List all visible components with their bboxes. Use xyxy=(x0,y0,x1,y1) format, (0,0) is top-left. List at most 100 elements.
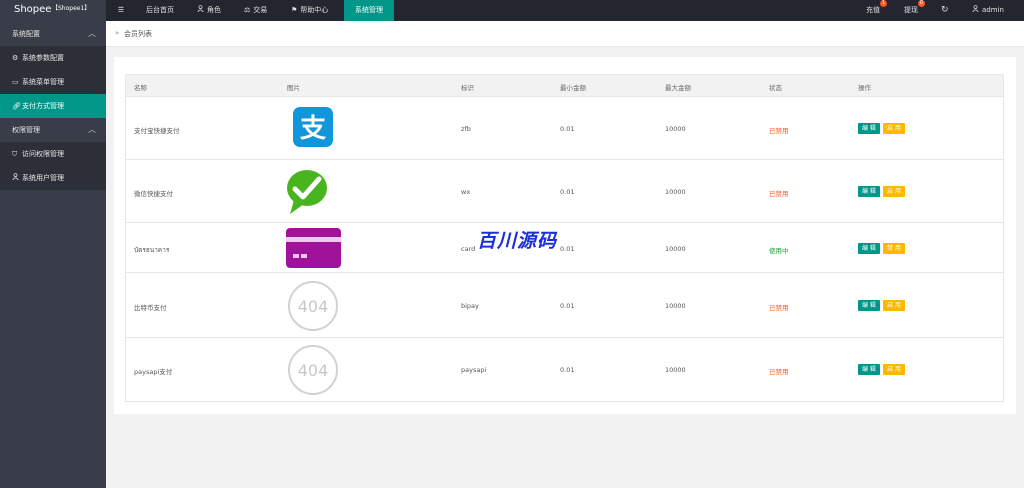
sidebar-group-label: 系统配置 xyxy=(12,30,40,38)
wechat-logo xyxy=(286,166,328,218)
brand-name: Shopee xyxy=(14,4,52,15)
row-min: 0.01 xyxy=(560,245,575,253)
payment-methods-table: 名称 图片 标识 最小金额 最大金额 状态 操作 支付宝快捷支付 支 zfb 0… xyxy=(125,74,1004,402)
header-actions: 操作 xyxy=(858,84,871,92)
recharge-button[interactable]: 充值 xyxy=(866,0,880,21)
row-min: 0.01 xyxy=(560,302,575,310)
table-row: 微信快捷支付 wx 0.01 10000 已禁用 编 辑 启 用 xyxy=(126,160,1003,223)
table-row: 支付宝快捷支付 支 zfb 0.01 10000 已禁用 编 辑 启 用 xyxy=(126,97,1003,160)
content-card: 名称 图片 标识 最小金额 最大金额 状态 操作 支付宝快捷支付 支 zfb 0… xyxy=(114,57,1016,414)
card-logo xyxy=(286,228,341,268)
nav-dashboard[interactable]: 后台首页 xyxy=(140,0,180,21)
row-min: 0.01 xyxy=(560,366,575,374)
brand-tag: 【Shopee1】 xyxy=(52,5,91,12)
nav-help-label: 帮助中心 xyxy=(300,6,329,14)
status-badge: 已禁用 xyxy=(769,190,789,198)
sidebar-item-label: 系统用户管理 xyxy=(22,174,64,182)
withdraw-button[interactable]: 提现 xyxy=(904,0,918,21)
header-min: 最小金额 xyxy=(560,84,586,92)
row-name: paysapi支付 xyxy=(134,368,173,376)
breadcrumb: » 会员列表 xyxy=(106,21,1024,47)
chevron-up-icon: ︿ xyxy=(88,29,96,38)
row-max: 10000 xyxy=(665,245,686,253)
status-badge: 已禁用 xyxy=(769,368,789,376)
sidebar-item-system-menu[interactable]: ▭ 系统菜单管理 xyxy=(0,70,106,94)
row-code: zfb xyxy=(461,125,471,133)
breadcrumb-text: 会员列表 xyxy=(124,30,152,38)
user-menu[interactable]: admin xyxy=(972,0,1004,21)
row-code: bipay xyxy=(461,302,479,310)
placeholder-text: 404 xyxy=(297,297,329,316)
recharge-label: 充值 xyxy=(866,6,880,14)
flag-icon: ⚑ xyxy=(291,6,298,14)
row-name: 微信快捷支付 xyxy=(134,190,173,198)
nav-dashboard-label: 后台首页 xyxy=(146,6,174,14)
alipay-logo: 支 xyxy=(293,107,333,147)
sidebar-item-label: 支付方式管理 xyxy=(22,102,64,110)
row-name: 支付宝快捷支付 xyxy=(134,127,180,135)
edit-button[interactable]: 编 辑 xyxy=(858,186,880,197)
enable-button[interactable]: 启 用 xyxy=(883,300,905,311)
user-icon xyxy=(12,166,20,190)
header-image: 图片 xyxy=(287,84,300,92)
sidebar-group-permissions[interactable]: 权限管理 ︿ xyxy=(0,118,106,142)
enable-button[interactable]: 启 用 xyxy=(883,186,905,197)
user-icon xyxy=(972,0,979,21)
top-bar: Shopee 【Shopee1】 ☰ 后台首页 角色 ⚖ 交易 ⚑ 帮助中心 系统管… xyxy=(0,0,1024,21)
sidebar-group-label: 权限管理 xyxy=(12,126,40,134)
header-status: 状态 xyxy=(769,84,782,92)
gear-icon: ⚙ xyxy=(12,54,19,62)
header-name: 名称 xyxy=(134,84,147,92)
sidebar-item-system-params[interactable]: ⚙ 系统参数配置 xyxy=(0,46,106,70)
logo: Shopee 【Shopee1】 xyxy=(0,0,106,21)
nav-system-label: 系统管理 xyxy=(355,6,383,14)
edit-button[interactable]: 编 辑 xyxy=(858,300,880,311)
table-row: บัตรธนาคาร card 0.01 10000 使用中 编 辑 禁 用 xyxy=(126,223,1003,273)
enable-button[interactable]: 启 用 xyxy=(883,123,905,134)
menu-toggle-button[interactable]: ☰ xyxy=(112,0,130,21)
enable-button[interactable]: 启 用 xyxy=(883,364,905,375)
double-chevron-icon: » xyxy=(115,29,120,37)
placeholder-text: 404 xyxy=(297,361,329,380)
scale-icon: ⚖ xyxy=(244,6,251,14)
status-badge: 已禁用 xyxy=(769,127,789,135)
sidebar-item-payment-methods[interactable]: 🔗︎支付方式管理 xyxy=(0,94,106,118)
nav-trade-label: 交易 xyxy=(253,6,268,14)
image-placeholder-404: 404 xyxy=(287,344,339,396)
edit-button[interactable]: 编 辑 xyxy=(858,243,880,254)
nav-roles-label: 角色 xyxy=(207,6,221,14)
recharge-badge: 1 xyxy=(880,0,887,7)
sidebar-group-system-config[interactable]: 系统配置 ︿ xyxy=(0,22,106,46)
row-code: paysapi xyxy=(461,366,487,374)
withdraw-label: 提现 xyxy=(904,6,918,14)
edit-button[interactable]: 编 辑 xyxy=(858,123,880,134)
header-code: 标识 xyxy=(461,84,474,92)
row-min: 0.01 xyxy=(560,188,575,196)
chevron-up-icon: ︿ xyxy=(88,125,96,134)
refresh-icon: ↻ xyxy=(941,5,949,15)
sidebar: 系统配置 ︿ ⚙ 系统参数配置 ▭ 系统菜单管理 🔗︎支付方式管理 权限管理 ︿ ⛉… xyxy=(0,21,106,488)
row-min: 0.01 xyxy=(560,125,575,133)
sidebar-item-system-users[interactable]: 系统用户管理 xyxy=(0,166,106,190)
menu-icon: ☰ xyxy=(117,6,125,14)
refresh-button[interactable]: ↻ xyxy=(941,0,949,21)
table-header: 名称 图片 标识 最小金额 最大金额 状态 操作 xyxy=(126,75,1003,97)
row-code: wx xyxy=(461,188,471,196)
edit-button[interactable]: 编 辑 xyxy=(858,364,880,375)
sidebar-item-access-permissions[interactable]: ⛉ 访问权限管理 xyxy=(0,142,106,166)
row-name: 比特币支付 xyxy=(134,304,167,312)
sidebar-item-label: 系统参数配置 xyxy=(22,54,64,62)
row-max: 10000 xyxy=(665,302,686,310)
row-max: 10000 xyxy=(665,366,686,374)
disable-button[interactable]: 禁 用 xyxy=(883,243,905,254)
shield-icon: ⛉ xyxy=(12,150,18,158)
username: admin xyxy=(982,6,1004,14)
nav-roles[interactable]: 角色 xyxy=(193,0,225,21)
status-badge: 使用中 xyxy=(769,247,789,255)
table-row: paysapi支付 404 paysapi 0.01 10000 已禁用 编 辑… xyxy=(126,338,1003,401)
row-code: card xyxy=(461,245,476,253)
nav-trade[interactable]: ⚖ 交易 xyxy=(240,0,271,21)
nav-system[interactable]: 系统管理 xyxy=(344,0,394,21)
link-icon: 🔗︎ xyxy=(12,102,21,110)
nav-help[interactable]: ⚑ 帮助中心 xyxy=(287,0,332,21)
